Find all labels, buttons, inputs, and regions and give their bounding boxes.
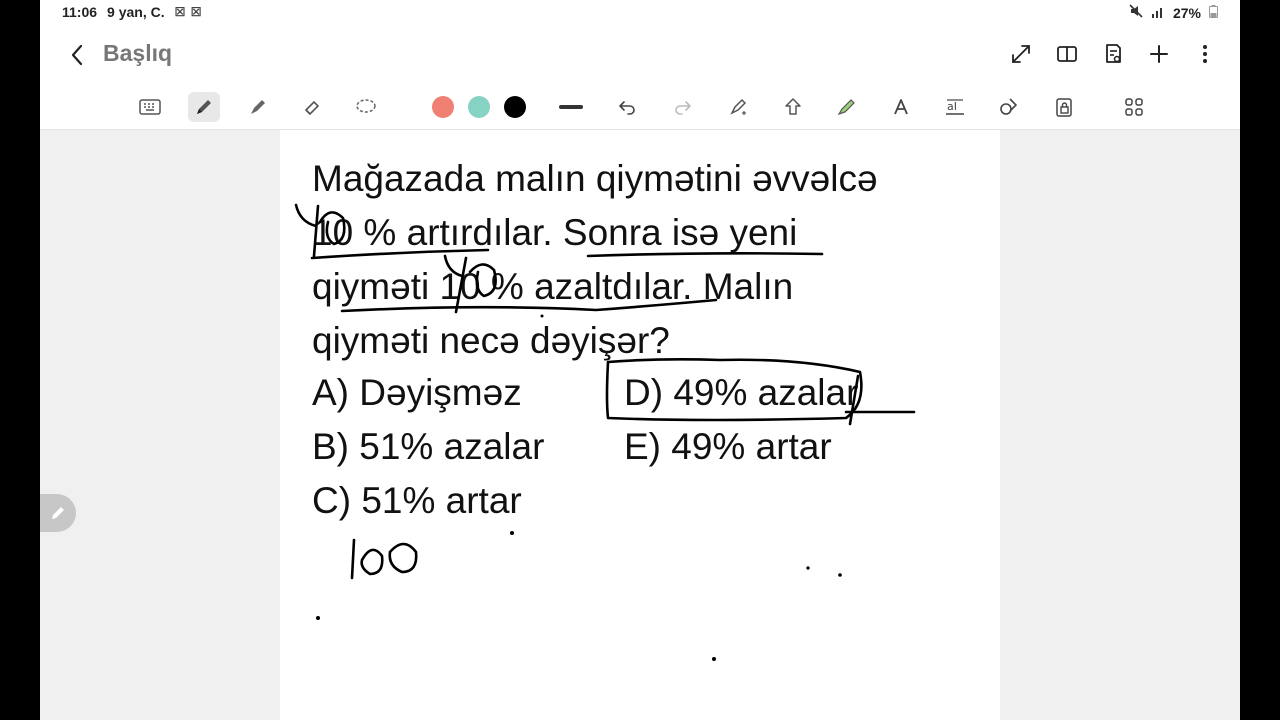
more-tools-button[interactable] [1118,92,1150,122]
notification-icons: ☒ ☒ [174,5,203,19]
back-button[interactable] [64,40,92,70]
status-bar: 11:06 9 yan, C. ☒ ☒ 27% [40,0,1240,26]
green-highlighter-tool[interactable] [831,92,863,122]
battery-level: 27% [1172,4,1201,21]
status-date: 9 yan, C. [107,4,165,20]
stroke-width-icon [559,105,583,109]
page-settings-icon [1106,44,1121,63]
redo-icon [675,101,691,115]
note-title[interactable]: Başlıq [103,40,172,67]
undo-button[interactable] [611,92,643,122]
pen-icon [197,100,211,114]
option-a: A) Dəyişməz [312,372,522,413]
book-icon [1057,46,1077,62]
text-box-tool[interactable]: aI [939,92,971,122]
text-box-icon: aI [946,99,964,115]
text-style-icon [894,99,908,115]
question-line: qiyməti 10 % azaltdılar. Malın [312,266,794,307]
add-page-button[interactable] [1146,40,1172,68]
expand-button[interactable] [1008,40,1034,68]
eraser-tool[interactable] [296,92,328,122]
note-page[interactable]: Mağazada malın qiymətini əvvəlcə 10 % ar… [280,130,1000,720]
undo-icon [619,101,635,115]
pen-tool[interactable] [188,92,220,122]
battery-icon [1209,4,1218,21]
eraser-icon [304,100,320,116]
option-c: C) 51% artar [312,480,522,521]
keyboard-tool[interactable] [134,92,166,122]
title-bar: Başlıq [40,26,1240,84]
question-text: Mağazada malın qiymətini əvvəlcə 10 % ar… [312,152,992,368]
question-line: qiyməti necə dəyişər? [312,320,670,361]
more-vertical-icon [1203,45,1207,63]
stroke-width-tool[interactable] [555,92,587,122]
more-button[interactable] [1192,40,1218,68]
shape-pen-tool[interactable] [777,92,809,122]
lasso-icon [356,99,376,113]
highlighter-tool[interactable] [242,92,274,122]
shapes-icon [1000,98,1018,115]
keyboard-icon [139,99,161,115]
mute-icon [1129,4,1143,21]
question-line: 10 % artırdılar. Sonra isə yeni [312,212,798,253]
lasso-tool[interactable] [350,92,382,122]
lock-tool[interactable] [1048,92,1080,122]
drawing-toolbar: aI [40,84,1240,130]
lock-icon [1056,98,1072,117]
green-highlighter-icon [837,99,855,116]
chevron-left-icon [71,44,83,66]
color-swatch-red[interactable] [432,96,454,118]
book-view-button[interactable] [1054,40,1080,68]
color-swatch-teal[interactable] [468,96,490,118]
svg-text:aI: aI [947,100,957,113]
floating-pen-button[interactable] [40,494,76,532]
option-b: B) 51% azalar [312,426,545,467]
redo-button[interactable] [667,92,699,122]
grid-icon [1125,98,1143,116]
option-d: D) 49% azalar [624,372,859,413]
highlighter-icon [251,100,265,114]
status-time: 11:06 [62,4,98,20]
app-screen: 11:06 9 yan, C. ☒ ☒ 27% Başlıq aI Mağaza… [40,0,1240,720]
page-settings-button[interactable] [1100,40,1126,68]
shapes-tool[interactable] [993,92,1025,122]
color-swatch-black[interactable] [504,96,526,118]
laser-pen-icon [730,98,747,115]
pencil-icon [52,507,64,519]
option-e: E) 49% artar [624,426,832,467]
laser-pen-tool[interactable] [723,92,755,122]
expand-icon [1012,45,1030,63]
question-line: Mağazada malın qiymətini əvvəlcə [312,158,878,199]
text-recognition-tool[interactable] [885,92,917,122]
signal-icon [1151,5,1165,21]
plus-icon [1150,45,1168,63]
shape-pen-icon [785,98,801,115]
